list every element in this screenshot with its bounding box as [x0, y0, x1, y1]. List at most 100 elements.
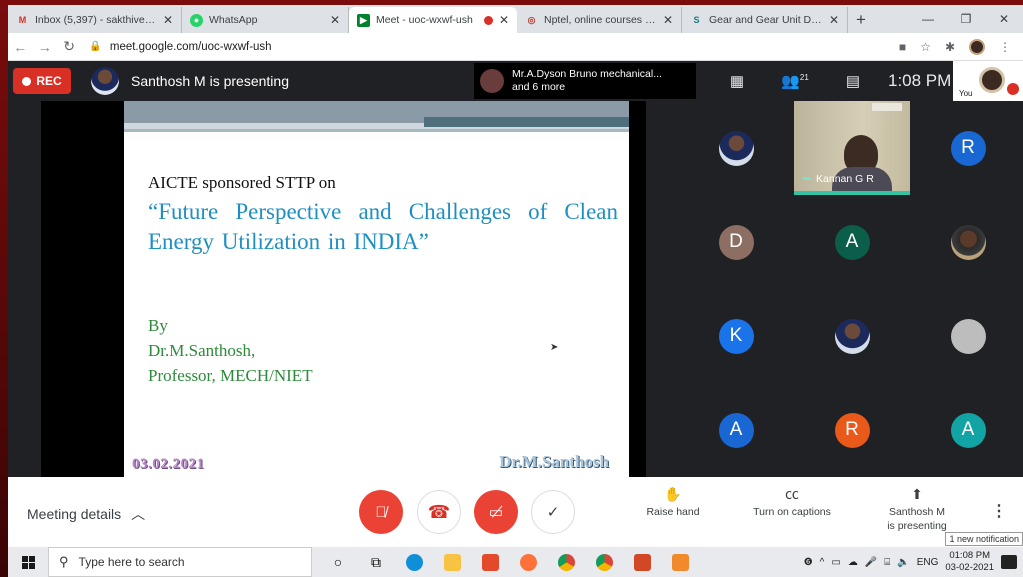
new-tab-button[interactable]: +: [848, 7, 874, 33]
raise-hand-button[interactable]: ✋ Raise hand: [638, 487, 708, 519]
close-icon[interactable]: ✕: [663, 13, 673, 27]
browser-tab-strip: M Inbox (5,397) - sakthivel.p@ ✕ ● Whats…: [8, 5, 1023, 33]
notification-center-icon[interactable]: [1001, 555, 1017, 569]
tab-meet[interactable]: ▶ Meet - uoc-wxwf-ush ✕: [349, 7, 517, 33]
participant-tile[interactable]: R: [794, 383, 910, 477]
tray-app-icon[interactable]: ❻: [804, 557, 813, 568]
mic-icon[interactable]: 🎤: [865, 557, 877, 568]
participant-tile[interactable]: [910, 289, 1023, 383]
more-options-icon[interactable]: ⋮: [991, 501, 1007, 521]
slide-role: Professor, MECH/NIET: [148, 366, 313, 385]
participant-avatar: [950, 318, 986, 354]
reload-icon[interactable]: ↻: [57, 38, 81, 55]
taskbar-clock[interactable]: 01:08 PM 03-02-2021: [945, 550, 994, 574]
window-close-icon[interactable]: ✕: [985, 5, 1023, 33]
check-button[interactable]: ✓: [531, 490, 575, 534]
language-indicator[interactable]: ENG: [917, 557, 939, 568]
participant-tile[interactable]: [794, 289, 910, 383]
close-icon[interactable]: ✕: [499, 13, 509, 27]
volume-icon[interactable]: 🔈: [897, 557, 909, 568]
present-line2: is presenting: [887, 520, 947, 532]
participant-tile[interactable]: R: [910, 101, 1023, 195]
office-icon[interactable]: [476, 549, 504, 575]
participant-avatar: D: [718, 224, 754, 260]
close-icon[interactable]: ✕: [330, 13, 340, 27]
participant-avatar: A: [718, 412, 754, 448]
notification-tooltip: 1 new notification: [945, 532, 1023, 546]
cortana-icon[interactable]: ○: [324, 549, 352, 575]
leave-call-button[interactable]: ☎: [417, 490, 461, 534]
meet-top-bar: REC Santhosh M is presenting Mr.A.Dyson …: [8, 61, 1023, 101]
url-field[interactable]: 🔒 meet.google.com/uoc-wxwf-ush: [89, 36, 899, 58]
meeting-details-label: Meeting details: [27, 506, 122, 522]
windows-logo-icon: [21, 555, 35, 569]
scribd-icon: S: [693, 15, 700, 25]
participant-tile[interactable]: A: [678, 383, 794, 477]
present-now-button[interactable]: ⬆ Santhosh M is presenting: [874, 487, 960, 533]
people-icon[interactable]: 👥21: [766, 72, 824, 90]
participant-video-tile[interactable]: ••• Kannan G R: [794, 101, 910, 195]
extensions-icon[interactable]: ✱: [945, 40, 955, 54]
powerpoint-icon[interactable]: [628, 549, 656, 575]
tab-scribd[interactable]: S Gear and Gear Unit Design ✕: [682, 7, 848, 33]
taskbar-search[interactable]: ⚲ Type here to search: [48, 547, 312, 577]
chrome-icon-2[interactable]: [590, 549, 618, 575]
chrome-icon[interactable]: [552, 549, 580, 575]
check-icon: ✓: [546, 504, 560, 521]
back-icon[interactable]: ←: [8, 39, 32, 55]
participant-avatar: K: [718, 318, 754, 354]
participant-tile[interactable]: [910, 195, 1023, 289]
url-text: meet.google.com/uoc-wxwf-ush: [109, 40, 272, 53]
slide-author: Dr.M.Santhosh,: [148, 341, 256, 360]
tab-gmail[interactable]: M Inbox (5,397) - sakthivel.p@ ✕: [8, 7, 182, 33]
active-speakers[interactable]: Mr.A.Dyson Bruno mechanical... and 6 mor…: [474, 63, 696, 99]
tab-nptel[interactable]: ◎ Nptel, online courses and c ✕: [517, 7, 682, 33]
you-label: You: [959, 89, 973, 98]
participant-name: Kannan G R: [816, 173, 874, 185]
tab-label: Gear and Gear Unit Design: [709, 14, 823, 26]
close-icon[interactable]: ✕: [163, 13, 173, 27]
maximize-icon[interactable]: ❐: [947, 5, 985, 33]
mic-toggle-button[interactable]: 🎙̸: [359, 490, 403, 534]
recording-icon: [483, 15, 493, 25]
self-view[interactable]: You: [953, 61, 1023, 101]
profile-avatar[interactable]: [969, 38, 985, 55]
participant-tile[interactable]: [678, 101, 794, 195]
menu-dots-icon[interactable]: ⋮: [999, 40, 1011, 54]
camera-icon[interactable]: ■: [899, 40, 906, 54]
network-icon[interactable]: ⌸: [884, 557, 890, 568]
speaking-indicator-icon: •••: [802, 173, 811, 185]
start-button[interactable]: [8, 555, 48, 569]
close-icon[interactable]: ✕: [829, 13, 839, 27]
onedrive-icon[interactable]: ☁: [848, 557, 858, 568]
chevron-up-icon[interactable]: ^: [820, 557, 825, 568]
layout-grid-icon[interactable]: ▦: [708, 72, 766, 90]
participant-tile[interactable]: A: [910, 383, 1023, 477]
forward-icon[interactable]: →: [32, 39, 56, 55]
minimize-icon[interactable]: —: [909, 5, 947, 33]
edge-icon[interactable]: [400, 549, 428, 575]
participant-count: 21: [799, 73, 809, 82]
task-view-icon[interactable]: ⧉: [362, 549, 390, 575]
file-explorer-icon[interactable]: [438, 549, 466, 575]
whatsapp-icon: ●: [190, 13, 203, 27]
firefox-icon[interactable]: [514, 549, 542, 575]
tab-whatsapp[interactable]: ● WhatsApp ✕: [182, 7, 349, 33]
nptel-icon: ◎: [527, 14, 536, 25]
window-controls: — ❐ ✕: [909, 5, 1023, 33]
participant-tile[interactable]: D: [678, 195, 794, 289]
meeting-stage: AICTE sponsored STTP on “Future Perspect…: [8, 101, 1023, 477]
rec-badge[interactable]: REC: [13, 68, 71, 94]
participant-tile[interactable]: A: [794, 195, 910, 289]
app-icon[interactable]: [666, 549, 694, 575]
chat-icon[interactable]: ▤: [824, 72, 882, 90]
bookmark-star-icon[interactable]: ☆: [920, 40, 931, 54]
camera-toggle-button[interactable]: ▭̸: [474, 490, 518, 534]
slide-by: By: [148, 316, 168, 335]
meeting-details-button[interactable]: Meeting details ︿: [27, 504, 145, 524]
participant-tile[interactable]: K: [678, 289, 794, 383]
battery-icon[interactable]: ▭: [831, 557, 840, 568]
captions-icon: ㏄: [785, 486, 799, 502]
hang-up-icon: ☎: [427, 501, 451, 522]
captions-button[interactable]: ㏄ Turn on captions: [746, 487, 838, 519]
